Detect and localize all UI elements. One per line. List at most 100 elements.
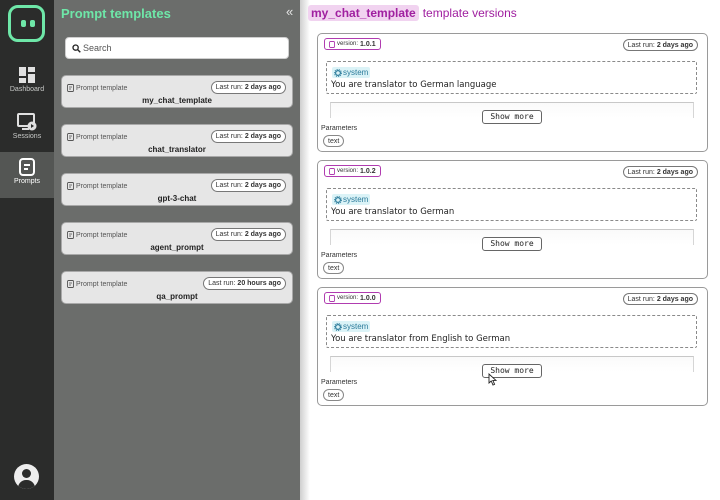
gear-icon bbox=[334, 68, 342, 77]
message-box: system You are translator to German bbox=[326, 188, 697, 221]
version-label: version: bbox=[337, 40, 359, 47]
last-run-badge: Last run: 2 days ago bbox=[210, 179, 286, 192]
page-title: my_chat_template template versions bbox=[308, 4, 517, 22]
template-kind-label: Prompt template bbox=[76, 231, 128, 239]
prompts-icon bbox=[19, 158, 35, 176]
version-number: 1.0.1 bbox=[360, 40, 376, 48]
user-avatar-icon[interactable] bbox=[14, 464, 39, 489]
last-run-value: 2 days ago bbox=[656, 296, 693, 303]
template-card[interactable]: Prompt template Last run: 2 days ago agent… bbox=[61, 222, 293, 255]
template-kind-label: Prompt template bbox=[76, 133, 128, 141]
template-name: gpt-3-chat bbox=[157, 194, 197, 203]
role-label: system bbox=[343, 195, 369, 204]
last-run-badge: Last run: 2 days ago bbox=[210, 81, 286, 94]
template-kind: Prompt template bbox=[67, 231, 127, 239]
panel-shadow bbox=[300, 0, 310, 500]
template-card[interactable]: Prompt template Last run: 2 days ago gpt-3… bbox=[61, 173, 293, 206]
last-run-label: Last run: bbox=[627, 169, 655, 176]
template-card[interactable]: Prompt template Last run: 2 days ago my_ch… bbox=[61, 75, 293, 108]
last-run-value: 2 days ago bbox=[244, 84, 281, 91]
last-run-label: Last run: bbox=[215, 84, 243, 91]
last-run-value: 2 days ago bbox=[656, 42, 693, 49]
double-chevron-left-icon[interactable]: « bbox=[286, 4, 293, 19]
last-run-value: 2 days ago bbox=[244, 182, 281, 189]
last-run-value: 2 days ago bbox=[244, 133, 281, 140]
document-icon bbox=[67, 133, 74, 141]
last-run-badge: Last run: 2 days ago bbox=[622, 39, 698, 51]
parameter-chip[interactable]: text bbox=[323, 135, 345, 147]
nav-item-prompts[interactable]: Prompts bbox=[0, 152, 54, 198]
role-label: system bbox=[343, 322, 369, 331]
last-run-label: Last run: bbox=[215, 231, 243, 238]
nav-label-prompts: Prompts bbox=[13, 178, 41, 185]
page-title-suffix: template versions bbox=[422, 6, 517, 20]
last-run-badge: Last run: 2 days ago bbox=[210, 130, 286, 143]
message-content: You are translator to German language bbox=[331, 80, 497, 90]
last-run-badge: Last run: 2 days ago bbox=[210, 228, 286, 241]
template-kind-label: Prompt template bbox=[76, 182, 128, 190]
nav-label-sessions: Sessions bbox=[12, 133, 42, 140]
last-run-badge: Last run: 2 days ago bbox=[622, 293, 698, 305]
template-card[interactable]: Prompt template Last run: 2 days ago chat_… bbox=[61, 124, 293, 157]
panel-title: Prompt templates bbox=[61, 6, 171, 21]
role-label: system bbox=[343, 68, 369, 77]
nav-label-dashboard: Dashboard bbox=[9, 86, 45, 93]
search-input[interactable] bbox=[83, 40, 283, 56]
nav-item-dashboard[interactable]: Dashboard bbox=[0, 60, 54, 106]
version-number: 1.0.2 bbox=[360, 167, 376, 175]
search-icon bbox=[72, 44, 81, 53]
last-run-label: Last run: bbox=[215, 182, 243, 189]
version-number: 1.0.0 bbox=[360, 294, 376, 302]
document-icon bbox=[67, 231, 74, 239]
template-name-chip: my_chat_template bbox=[308, 5, 419, 21]
version-card: version: 1.0.2 Last run: 2 days ago system Y… bbox=[317, 160, 708, 279]
template-card[interactable]: Prompt template Last run: 20 hours ago qa_… bbox=[61, 271, 293, 304]
sessions-icon bbox=[17, 113, 37, 131]
template-kind: Prompt template bbox=[67, 182, 127, 190]
template-name: agent_prompt bbox=[150, 243, 204, 252]
version-label: version: bbox=[337, 294, 359, 301]
template-kind: Prompt template bbox=[67, 84, 127, 92]
template-name: qa_prompt bbox=[156, 292, 198, 301]
template-kind: Prompt template bbox=[67, 280, 127, 288]
message-content: You are translator to German bbox=[331, 207, 455, 217]
last-run-label: Last run: bbox=[627, 296, 655, 303]
role-badge: system bbox=[332, 321, 371, 332]
message-box: system You are translator to German langu… bbox=[326, 61, 697, 94]
template-kind-label: Prompt template bbox=[76, 280, 128, 288]
templates-panel: Prompt templates « Prompt template Last r… bbox=[54, 0, 300, 500]
last-run-label: Last run: bbox=[208, 280, 236, 287]
app-logo-icon[interactable] bbox=[8, 5, 45, 42]
parameters-label: Parameters bbox=[321, 252, 358, 259]
nav-item-sessions[interactable]: Sessions bbox=[0, 107, 54, 153]
version-badge: version: 1.0.0 bbox=[324, 292, 381, 304]
version-card: version: 1.0.1 Last run: 2 days ago system Y… bbox=[317, 33, 708, 152]
last-run-value: 2 days ago bbox=[656, 169, 693, 176]
last-run-label: Last run: bbox=[215, 133, 243, 140]
message-box: system You are translator from English to… bbox=[326, 315, 697, 348]
dashboard-icon bbox=[19, 67, 35, 83]
version-badge: version: 1.0.1 bbox=[324, 38, 381, 50]
parameter-chip[interactable]: text bbox=[323, 389, 345, 401]
template-name: my_chat_template bbox=[142, 96, 212, 105]
message-content: You are translator from English to Germa… bbox=[331, 334, 511, 344]
search-box[interactable] bbox=[65, 37, 289, 59]
role-badge: system bbox=[332, 67, 371, 78]
document-icon bbox=[329, 167, 335, 175]
show-more-button[interactable]: Show more bbox=[482, 237, 542, 251]
show-more-button[interactable]: Show more bbox=[482, 110, 542, 124]
parameters-label: Parameters bbox=[321, 379, 358, 386]
version-badge: version: 1.0.2 bbox=[324, 165, 381, 177]
last-run-value: 20 hours ago bbox=[237, 280, 281, 287]
last-run-badge: Last run: 2 days ago bbox=[622, 166, 698, 178]
mouse-pointer-icon bbox=[488, 373, 497, 386]
gear-icon bbox=[334, 195, 342, 204]
document-icon bbox=[67, 182, 74, 190]
parameter-chip[interactable]: text bbox=[323, 262, 345, 274]
template-kind: Prompt template bbox=[67, 133, 127, 141]
document-icon bbox=[329, 294, 335, 302]
document-icon bbox=[67, 84, 74, 92]
version-label: version: bbox=[337, 167, 359, 174]
parameters-label: Parameters bbox=[321, 125, 358, 132]
last-run-value: 2 days ago bbox=[244, 231, 281, 238]
